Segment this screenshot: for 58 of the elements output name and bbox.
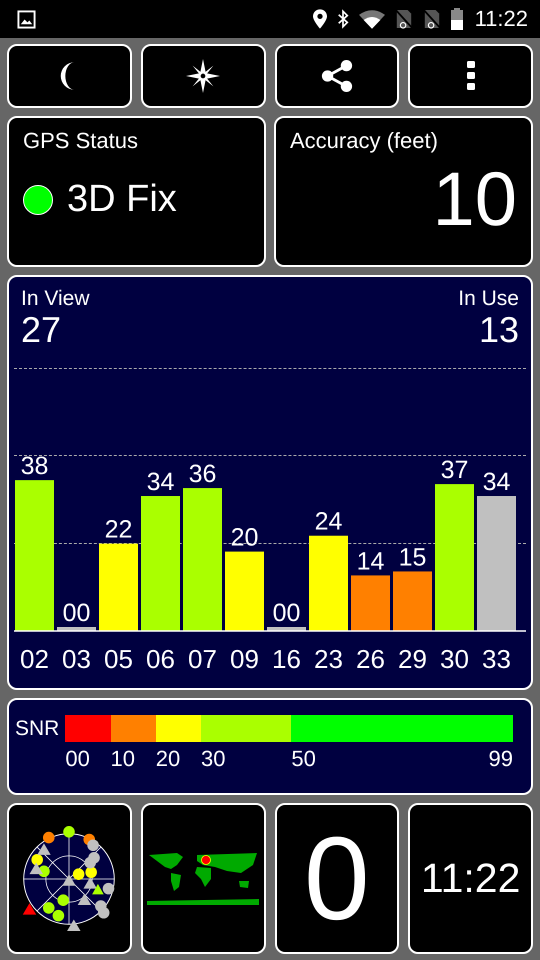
in-use-label: In Use (458, 287, 519, 311)
satellite-id-label: 07 (188, 644, 217, 674)
more-options-button[interactable] (408, 44, 533, 108)
satellite-id-label: 30 (440, 644, 469, 674)
fix-status: 3D Fix (67, 178, 177, 221)
snr-tick-label: 30 (200, 746, 226, 772)
satellite-id-label: 33 (482, 644, 511, 674)
satellite-count: 0 (304, 820, 370, 938)
satellite-id-label: 02 (20, 644, 49, 674)
in-use-count: 13 (478, 311, 519, 349)
bluetooth-icon (336, 9, 349, 29)
in-view-label: In View (21, 287, 90, 311)
accuracy-value: 10 (432, 162, 517, 238)
image-icon (17, 10, 36, 28)
satellite-id-label: 23 (314, 644, 343, 674)
bar-value-label: 24 (314, 508, 342, 536)
sky-view-button[interactable] (7, 803, 132, 954)
share-icon (320, 59, 354, 93)
world-map-button[interactable] (140, 803, 266, 954)
compass-rose-icon (186, 59, 220, 93)
night-mode-button[interactable] (7, 44, 132, 108)
snr-tick-label: 10 (110, 746, 136, 772)
satellite-id-label: 16 (272, 644, 301, 674)
in-view-count: 27 (21, 311, 62, 349)
satellite-id-label: 09 (230, 644, 259, 674)
sim-card-icon (394, 9, 413, 29)
bar-value-label: 20 (230, 523, 258, 552)
satellite-id-label: 26 (356, 644, 385, 674)
bar-value-label: 34 (482, 468, 510, 496)
bar-value-label: 00 (62, 598, 90, 627)
snr-label: SNR (15, 717, 60, 741)
satellite-id-label: 05 (104, 644, 133, 674)
snr-tick-label: 00 (65, 746, 90, 772)
clock-time: 11:22 (420, 855, 520, 902)
card-title: Accuracy (feet) (290, 128, 439, 154)
more-vertical-icon (466, 61, 475, 91)
bar-value-label: 00 (272, 598, 300, 627)
bar-value-label: 38 (20, 452, 48, 480)
status-time: 11:22 (474, 6, 528, 32)
battery-icon (450, 8, 463, 30)
snr-tick-label: 50 (291, 746, 316, 772)
bar-value-label: 15 (398, 543, 426, 572)
wifi-icon (358, 10, 385, 28)
bar-value-label: 37 (440, 456, 468, 484)
satellite-id-label: 06 (146, 644, 175, 674)
sim-card-icon (422, 9, 441, 29)
satellite-id-label: 29 (398, 644, 427, 674)
compass-button[interactable] (140, 44, 266, 108)
snr-tick-label: 20 (156, 746, 180, 772)
bar-value-label: 36 (188, 460, 216, 488)
satellite-id-label: 03 (62, 644, 91, 674)
snr-tick-label: 99 (488, 746, 513, 772)
location-pin-icon (312, 9, 327, 29)
share-button[interactable] (274, 44, 400, 108)
bar-value-label: 34 (146, 468, 174, 496)
bar-value-label: 22 (104, 515, 132, 544)
bar-value-label: 14 (356, 547, 384, 576)
card-title: GPS Status (23, 128, 139, 154)
